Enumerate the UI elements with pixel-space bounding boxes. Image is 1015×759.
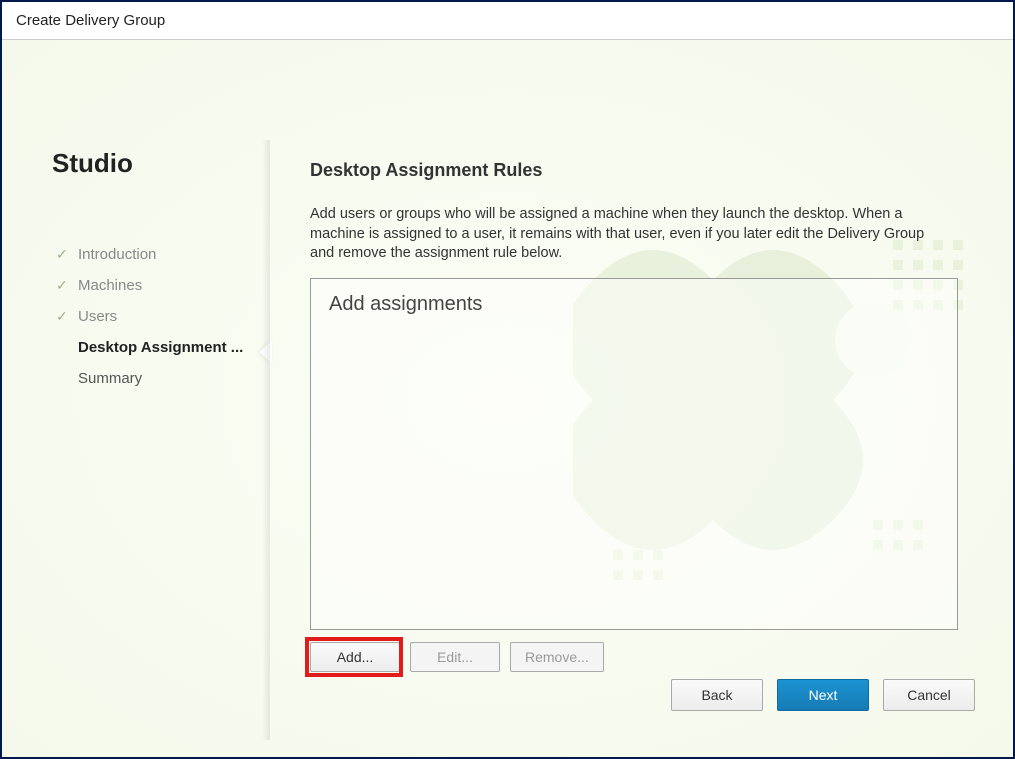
content-shadow — [262, 140, 270, 740]
wizard-step-0[interactable]: Introduction — [52, 239, 262, 270]
add-button[interactable]: Add... — [310, 642, 400, 672]
next-button[interactable]: Next — [777, 679, 869, 711]
wizard-step-3[interactable]: Desktop Assignment ... — [52, 332, 262, 363]
wizard-sidebar: Studio Introduction Machines Users Desktop … — [52, 148, 262, 394]
content-inner: Desktop Assignment Rules Add users or gr… — [270, 140, 970, 692]
page-description: Add users or groups who will be assigned… — [310, 205, 930, 264]
wizard-step-label: Machines — [78, 277, 142, 294]
back-button[interactable]: Back — [671, 679, 763, 711]
window-title: Create Delivery Group — [16, 12, 165, 29]
listbox-placeholder: Add assignments — [329, 293, 482, 315]
wizard-window: Create Delivery Group Studio Introductio… — [0, 0, 1015, 759]
wizard-step-label: Introduction — [78, 246, 156, 263]
wizard-footer: Back Next Cancel — [671, 679, 975, 711]
titlebar: Create Delivery Group — [2, 2, 1013, 40]
wizard-step-label: Summary — [78, 370, 142, 387]
wizard-step-4[interactable]: Summary — [52, 363, 262, 394]
wizard-step-2[interactable]: Users — [52, 301, 262, 332]
sidebar-title: Studio — [52, 148, 262, 179]
wizard-body: Studio Introduction Machines Users Desktop … — [2, 40, 1013, 757]
wizard-content: Desktop Assignment Rules Add users or gr… — [270, 140, 970, 740]
edit-button[interactable]: Edit... — [410, 642, 500, 672]
wizard-steps: Introduction Machines Users Desktop Assignm… — [52, 239, 262, 394]
wizard-step-label: Desktop Assignment ... — [78, 339, 243, 356]
cancel-button[interactable]: Cancel — [883, 679, 975, 711]
assignments-listbox[interactable]: Add assignments — [310, 278, 958, 630]
remove-button[interactable]: Remove... — [510, 642, 604, 672]
wizard-step-label: Users — [78, 308, 117, 325]
list-actions: Add... Edit... Remove... — [310, 642, 930, 672]
page-title: Desktop Assignment Rules — [310, 160, 930, 181]
wizard-step-1[interactable]: Machines — [52, 270, 262, 301]
